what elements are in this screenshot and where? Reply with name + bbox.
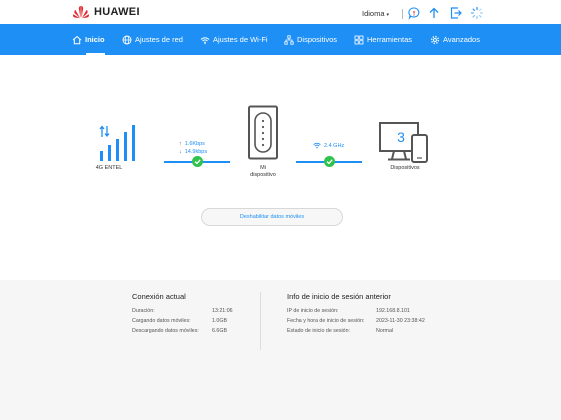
wifi-band-label: 2.4 GHz [324, 142, 345, 149]
info-row: Estado de inicio de sesión: Normal [287, 326, 425, 336]
gear-icon [430, 35, 440, 44]
top-bar: HUAWEI Idioma ▾ [0, 0, 561, 24]
info-value: Normal [376, 328, 394, 334]
nav-label: Dispositivos [297, 35, 338, 44]
globe-icon [122, 35, 132, 44]
home-icon [72, 35, 82, 44]
nav-label: Herramientas [367, 35, 413, 44]
nav-inicio[interactable]: Inicio [72, 24, 105, 55]
info-key: Descargando datos móviles: [132, 328, 199, 334]
huawei-petal-icon [73, 6, 89, 19]
wifi-band: 2.4 GHz [313, 142, 344, 149]
connection-diagram: 4G ENTEL ↑ 1.6Kbps ↓ 14.9kbps Mi dispositi… [0, 55, 561, 280]
devices-label: Dispositivos [390, 165, 420, 171]
network-operator-label: 4G ENTEL [95, 165, 123, 171]
disable-mobile-data-button[interactable]: Deshabilitar datos móviles [201, 208, 343, 226]
sms-icon[interactable] [407, 6, 421, 20]
wan-ok-check-icon [192, 156, 203, 167]
upload-arrow-icon: ↑ [179, 141, 182, 147]
brand-name: HUAWEI [94, 6, 140, 18]
info-key: IP de inicio de sesión: [287, 308, 339, 314]
nav-ajustes-de-red[interactable]: Ajustes de red [122, 24, 183, 55]
tools-icon [354, 35, 364, 44]
nav-label: Ajustes de Wi-Fi [213, 35, 268, 44]
info-section: Conexión actual Duración: 13:21:06 Carga… [0, 280, 561, 420]
info-row: Fecha y hora de inicio de sesión: 2023-1… [287, 316, 425, 326]
info-value: 13:21:06 [212, 308, 233, 314]
info-row: IP de inicio de sesión: 192.168.8.101 [287, 306, 425, 316]
wifi-icon [313, 142, 321, 149]
connected-devices-count: 3 [397, 129, 405, 145]
nav-herramientas[interactable]: Herramientas [354, 24, 412, 55]
previous-login-title: Info de inicio de sesión anterior [287, 292, 391, 301]
upload-icon[interactable] [427, 6, 441, 20]
download-arrow-icon: ↓ [179, 149, 182, 155]
router-icon[interactable] [247, 105, 279, 161]
nav-label: Avanzados [443, 35, 480, 44]
lan-ok-check-icon [324, 156, 335, 167]
info-row: Descargando datos móviles: 6.6GB [132, 326, 233, 336]
info-key: Estado de inicio de sesión: [287, 328, 351, 334]
language-selector[interactable]: Idioma ▾ [362, 9, 389, 18]
info-row: Cargando datos móviles: 1.0GB [132, 316, 233, 326]
nav-dispositivos[interactable]: Dispositivos [284, 24, 337, 55]
divider [260, 292, 261, 350]
current-connection-title: Conexión actual [132, 292, 186, 301]
info-value: 192.168.8.101 [376, 308, 410, 314]
divider [402, 9, 403, 19]
info-key: Fecha y hora de inicio de sesión: [287, 318, 365, 324]
download-speed: 14.9kbps [184, 149, 208, 155]
huawei-logo[interactable]: HUAWEI [72, 5, 140, 19]
info-row: Duración: 13:21:06 [132, 306, 233, 316]
nav-ajustes-de-wifi[interactable]: Ajustes de Wi-Fi [200, 24, 268, 55]
main-nav: Inicio Ajustes de red Ajustes de Wi-Fi D… [0, 24, 561, 55]
info-value: 6.6GB [212, 328, 228, 334]
my-device-label-line1: Mi [260, 165, 266, 171]
upload-speed: 1.6Kbps [184, 141, 205, 147]
wifi-icon [200, 36, 210, 44]
signal-strength-icon[interactable] [99, 125, 149, 165]
current-connection-panel: Conexión actual Duración: 13:21:06 Carga… [132, 292, 233, 336]
loading-icon [470, 6, 484, 20]
previous-login-panel: Info de inicio de sesión anterior IP de … [287, 292, 425, 336]
nav-label: Inicio [85, 35, 105, 44]
nav-label: Ajustes de red [135, 35, 183, 44]
info-key: Duración: [132, 308, 155, 314]
info-key: Cargando datos móviles: [132, 318, 191, 324]
my-device-label-line2: dispositivo [250, 172, 276, 178]
nav-avanzados[interactable]: Avanzados [430, 24, 480, 55]
language-label: Idioma [362, 9, 385, 18]
network-icon [284, 34, 294, 45]
traffic-speeds: ↑ 1.6Kbps ↓ 14.9kbps [179, 140, 207, 156]
info-value: 1.0GB [212, 318, 228, 324]
my-device-label: Mi dispositivo [238, 165, 288, 179]
logout-icon[interactable] [449, 6, 463, 20]
info-value: 2023-11-30 23:38:42 [376, 318, 425, 324]
chevron-down-icon: ▾ [386, 12, 390, 18]
page: HUAWEI Idioma ▾ Inicio Ajustes de red Aj… [0, 0, 561, 420]
